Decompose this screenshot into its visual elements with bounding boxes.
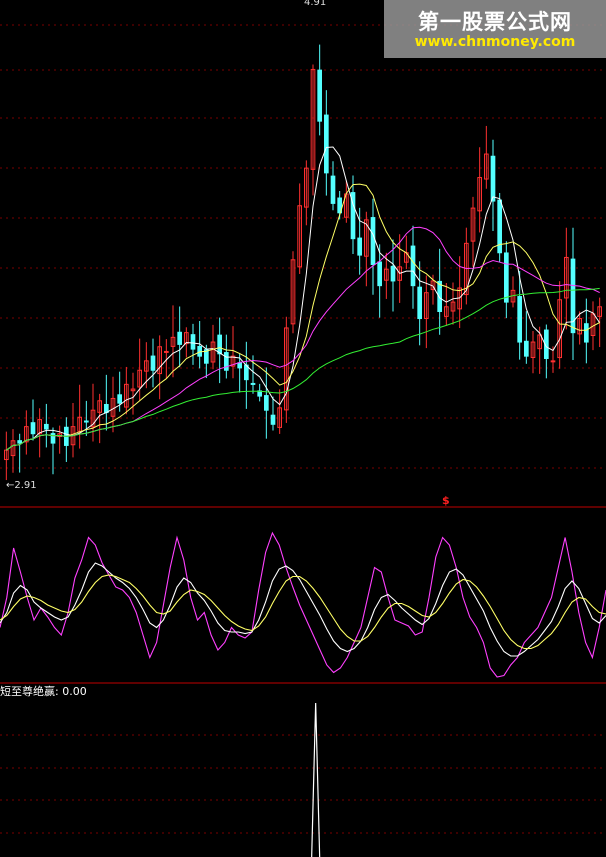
candle-body: [270, 414, 276, 425]
candle-body: [164, 350, 169, 353]
indicator-label: 短至尊绝赢: 0.00: [0, 685, 87, 698]
candle-body: [150, 355, 156, 371]
candle-body: [357, 237, 363, 256]
watermark-url: www.chnmoney.com: [414, 34, 576, 50]
candle-body: [517, 296, 522, 343]
candle-body: [190, 334, 196, 350]
candle-body: [410, 245, 416, 287]
candle-body: [264, 395, 269, 411]
osc-fast-line: [0, 531, 606, 678]
candle-body: [417, 286, 423, 320]
candle-body: [377, 261, 383, 287]
candle-body: [30, 422, 36, 435]
candle-body: [330, 175, 336, 204]
candle-body: [370, 217, 376, 266]
candle-body: [237, 362, 242, 369]
candle-body: [584, 323, 589, 343]
stock-chart: [0, 24, 606, 857]
candle-body: [550, 360, 556, 363]
signal-marker: $: [442, 494, 450, 507]
candle-body: [217, 334, 222, 355]
candle-body: [250, 382, 256, 385]
watermark-banner: 第一股票公式网 www.chnmoney.com: [384, 0, 606, 58]
candle-body: [50, 433, 56, 444]
low-price-label: ←2.91: [6, 480, 37, 491]
osc-mid-line: [0, 562, 606, 657]
candle-body: [524, 340, 529, 357]
high-price-label: 4.91: [304, 0, 327, 8]
candle-body: [390, 265, 396, 282]
candle-body: [17, 440, 23, 444]
candle-body: [317, 69, 323, 122]
candle-body: [177, 331, 182, 345]
watermark-title: 第一股票公式网: [418, 10, 572, 34]
candle-body: [117, 394, 123, 404]
candle-body: [504, 252, 509, 303]
candle-body: [490, 155, 496, 202]
candle-body: [44, 423, 49, 430]
indicator-spike: [311, 702, 321, 857]
candle-body: [324, 114, 329, 174]
candle-body: [84, 420, 89, 423]
